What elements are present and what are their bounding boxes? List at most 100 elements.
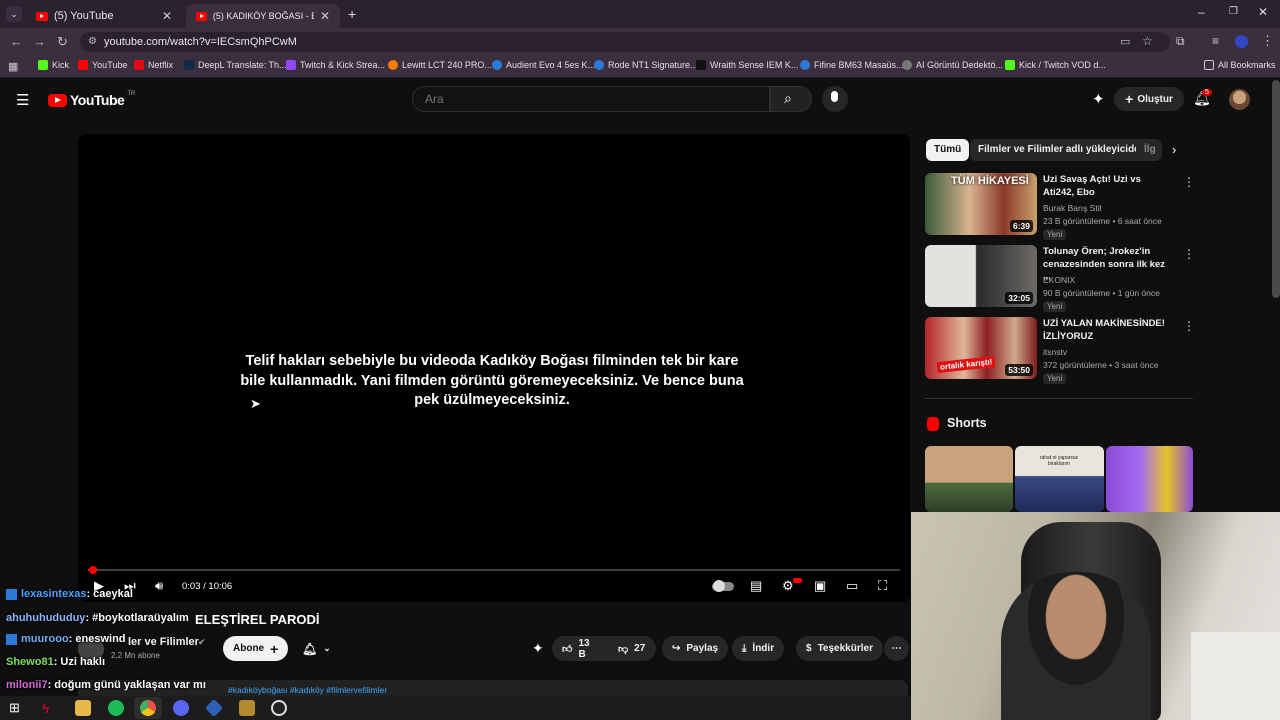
avatar[interactable] xyxy=(1229,89,1250,110)
short-thumbnail[interactable]: rahat ol yaparsaz biraklarım xyxy=(1015,446,1104,512)
search-input[interactable] xyxy=(412,86,770,112)
volume-icon[interactable]: 🔊︎ xyxy=(155,578,163,594)
bookmark-netflix[interactable]: Netflix xyxy=(134,60,173,70)
chat-username: milonii7 xyxy=(6,679,48,691)
more-options-icon[interactable]: ⋮ xyxy=(1183,175,1195,189)
all-bookmarks[interactable]: All Bookmarks xyxy=(1204,60,1276,70)
recommendation-item[interactable]: ortalık karıştı! 53:50 UZİ YALAN MAKİNES… xyxy=(925,317,1195,384)
microphone-icon xyxy=(831,91,838,102)
chip-all[interactable]: Tümü xyxy=(926,139,970,161)
page-scrollbar[interactable] xyxy=(1272,80,1280,298)
hamburger-menu-icon[interactable]: ☰ xyxy=(16,91,29,109)
copilot-icon[interactable]: ✦ xyxy=(1092,90,1105,108)
short-thumbnail[interactable] xyxy=(925,446,1013,512)
share-button[interactable]: ↪ Paylaş xyxy=(662,636,729,661)
search-icon: ⌕ xyxy=(784,90,792,106)
notification-bell-button[interactable]: 🔔︎ ⌄ xyxy=(292,636,342,661)
file-explorer-icon[interactable] xyxy=(75,700,91,716)
new-tab-icon[interactable]: + xyxy=(348,6,356,22)
reload-icon[interactable]: ↻ xyxy=(57,34,68,50)
bookmark-twitch-kick[interactable]: Twitch & Kick Strea... xyxy=(286,60,385,70)
new-badge: Yeni xyxy=(1043,373,1067,384)
ask-ai-icon[interactable]: ✦ xyxy=(532,640,544,657)
video-title: ELEŞTİREL PARODİ xyxy=(195,612,320,627)
discord-icon[interactable] xyxy=(173,700,189,716)
bookmark-ai-detector[interactable]: AI Görüntü Dedektö... xyxy=(902,60,1003,70)
browser-menu-icon[interactable]: ⋮ xyxy=(1261,33,1274,49)
minimize-icon[interactable]: – xyxy=(1198,5,1205,19)
back-icon[interactable]: ← xyxy=(10,34,23,49)
bookmark-kick[interactable]: Kick xyxy=(38,60,69,70)
windows-start-icon[interactable]: ⊞ xyxy=(9,700,20,716)
close-tab-icon[interactable]: ✕ xyxy=(162,9,172,23)
download-button[interactable]: ⤓ İndir xyxy=(732,636,785,661)
tab-search-icon[interactable]: ⌄ xyxy=(6,6,22,22)
video-meta: 23 B görüntüleme • 6 saat önce xyxy=(1043,216,1162,226)
video-thumbnail[interactable]: TÜM HİKAYESİ 6:39 xyxy=(925,173,1037,235)
chat-text: : eneswind xyxy=(68,633,126,645)
thanks-button[interactable]: $ Teşekkürler xyxy=(796,636,883,661)
install-app-icon[interactable]: ▭ xyxy=(1120,35,1130,48)
app-bolt-icon[interactable]: ϟ xyxy=(42,700,58,716)
profile-icon[interactable] xyxy=(1235,35,1248,48)
chip-related[interactable]: İlg xyxy=(1136,139,1162,161)
close-window-icon[interactable]: ✕ xyxy=(1258,5,1268,19)
chevron-right-icon[interactable]: › xyxy=(1172,142,1176,157)
extensions-icon[interactable]: ⧉ xyxy=(1176,34,1185,49)
verified-check-icon: ✔ xyxy=(198,637,206,647)
bookmark-youtube[interactable]: YouTube xyxy=(78,60,127,70)
url-bar[interactable]: ⚙ youtube.com/watch?v=IECsmQhPCwM xyxy=(80,32,1170,52)
close-tab-icon[interactable]: ✕ xyxy=(320,9,330,23)
more-actions-button[interactable]: ⋯ xyxy=(884,636,909,661)
new-badge: Yeni xyxy=(1043,229,1067,240)
theater-mode-icon[interactable]: ▭ xyxy=(846,578,858,594)
youtube-favicon-icon xyxy=(196,11,207,21)
subscribe-button[interactable]: Abone + xyxy=(223,636,289,661)
bookmark-audient[interactable]: Audient Evo 4 5es K... xyxy=(492,60,595,70)
more-options-icon[interactable]: ⋮ xyxy=(1183,319,1195,333)
chat-text: : caeykal xyxy=(86,588,133,600)
like-button[interactable]: 👍︎ 13 B xyxy=(552,636,608,661)
recommendation-item[interactable]: 32:05 Tolunay Ören; Jrokez'in cenazesind… xyxy=(925,245,1195,312)
fullscreen-icon[interactable]: ⛶ xyxy=(878,578,887,594)
search-button[interactable]: ⌕ xyxy=(770,86,812,112)
miniplayer-icon[interactable]: ▣ xyxy=(814,578,826,594)
bookmark-wraith[interactable]: Wraith Sense IEM K... xyxy=(696,60,798,70)
bookmark-fifine[interactable]: Fifine BM63 Masaüs... xyxy=(800,60,904,70)
autoplay-toggle[interactable] xyxy=(712,580,734,592)
bookmark-vod[interactable]: Kick / Twitch VOD d... xyxy=(1005,60,1106,70)
site-info-icon[interactable]: ⚙ xyxy=(88,32,97,52)
chat-username: Shewo81 xyxy=(6,656,54,668)
youtube-favicon-icon xyxy=(36,11,48,21)
more-options-icon[interactable]: ⋮ xyxy=(1183,247,1195,261)
tab-youtube-home[interactable]: (5) YouTube ✕ xyxy=(26,4,182,28)
league-icon[interactable] xyxy=(239,700,255,716)
bookmark-deepl[interactable]: DeepL Translate: Th... xyxy=(184,60,287,70)
progress-scrubber[interactable] xyxy=(89,566,98,574)
recommendation-item[interactable]: TÜM HİKAYESİ 6:39 Uzi Savaş Açtı! Uzi vs… xyxy=(925,173,1195,240)
video-thumbnail[interactable]: ortalık karıştı! 53:50 xyxy=(925,317,1037,379)
settings-gear-icon[interactable]: ⚙ xyxy=(782,578,794,594)
obs-icon[interactable] xyxy=(271,700,287,716)
apps-grid-icon[interactable]: ▦ xyxy=(8,60,18,73)
bookmark-lewitt[interactable]: Lewitt LCT 240 PRO... xyxy=(388,60,492,70)
video-thumbnail[interactable]: 32:05 xyxy=(925,245,1037,307)
channel-name[interactable]: ler ve Filimler xyxy=(128,636,199,648)
bookmark-rode[interactable]: Rode NT1 Signature... xyxy=(594,60,698,70)
voice-search-button[interactable] xyxy=(822,86,848,112)
super-thanks-icon: $ xyxy=(806,643,812,654)
dislike-button[interactable]: 👎︎ 27 xyxy=(608,636,656,661)
create-button[interactable]: + Oluştur xyxy=(1114,87,1184,111)
tab-current-video[interactable]: (5) KADIKÖY BOĞASI - ELEŞTİREL ✕ xyxy=(186,4,340,28)
youtube-logo[interactable]: YouTube TR xyxy=(48,91,135,108)
spotify-icon[interactable] xyxy=(108,700,124,716)
media-control-icon[interactable]: ≡ xyxy=(1212,34,1219,48)
forward-icon[interactable]: → xyxy=(33,34,46,49)
restore-icon[interactable]: ❐ xyxy=(1229,6,1238,17)
chip-from-uploader[interactable]: Filmler ve Filimler adlı yükleyiciden xyxy=(970,139,1154,161)
ai-detector-icon xyxy=(902,60,912,70)
subtitles-icon[interactable]: ▤ xyxy=(750,578,762,594)
bookmark-star-icon[interactable]: ☆ xyxy=(1142,34,1153,48)
progress-bar[interactable] xyxy=(88,566,900,574)
short-thumbnail[interactable] xyxy=(1106,446,1193,512)
